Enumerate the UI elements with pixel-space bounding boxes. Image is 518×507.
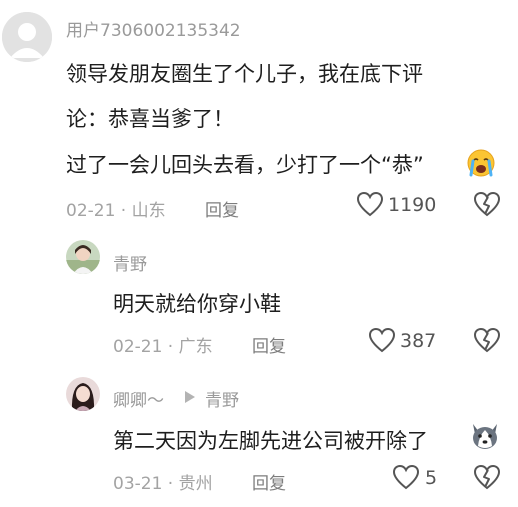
broken-heart-icon[interactable]: [473, 327, 501, 353]
like-count: 5: [425, 467, 438, 489]
comment-username[interactable]: 青野: [113, 250, 147, 275]
default-avatar-icon: [2, 12, 52, 62]
comment-text-line: 明天就给你穿小鞋: [113, 292, 281, 316]
heart-outline-icon[interactable]: [356, 191, 384, 217]
comment-username[interactable]: 用户7306002135342: [66, 16, 241, 41]
broken-heart-icon[interactable]: [473, 464, 501, 490]
husky-dog-emoji-icon: [469, 420, 501, 452]
comment-text-line: 领导发朋友圈生了个儿子，我在底下评: [66, 62, 423, 86]
user-photo-avatar-icon: [66, 377, 100, 411]
heart-outline-icon[interactable]: [368, 327, 396, 353]
comment-date-location: 02-21 · 广东: [113, 337, 213, 357]
comment-text-line: 论：恭喜当爹了！: [66, 107, 234, 131]
comment-text-line: 第二天因为左脚先进公司被开除了: [113, 429, 428, 453]
comment-username[interactable]: 卿卿～: [113, 386, 164, 411]
avatar[interactable]: [66, 377, 100, 411]
like-count: 1190: [388, 194, 437, 216]
play-triangle-icon: [184, 390, 196, 404]
user-photo-avatar-icon: [66, 240, 100, 274]
broken-heart-icon[interactable]: [473, 191, 501, 217]
comment-text-line: 过了一会儿回头去看，少打了一个“恭”: [66, 153, 424, 177]
heart-outline-icon[interactable]: [392, 464, 420, 490]
reply-button[interactable]: 回复: [252, 332, 286, 357]
crying-face-emoji-icon: [466, 148, 496, 178]
comment-date-location: 02-21 · 山东: [66, 201, 166, 221]
reply-to-username[interactable]: 青野: [205, 386, 239, 411]
comment-date-location: 03-21 · 贵州: [113, 474, 213, 494]
reply-button[interactable]: 回复: [252, 469, 286, 494]
like-count: 387: [400, 330, 437, 352]
avatar[interactable]: [66, 240, 100, 274]
avatar[interactable]: [2, 12, 52, 62]
reply-button[interactable]: 回复: [205, 196, 239, 221]
